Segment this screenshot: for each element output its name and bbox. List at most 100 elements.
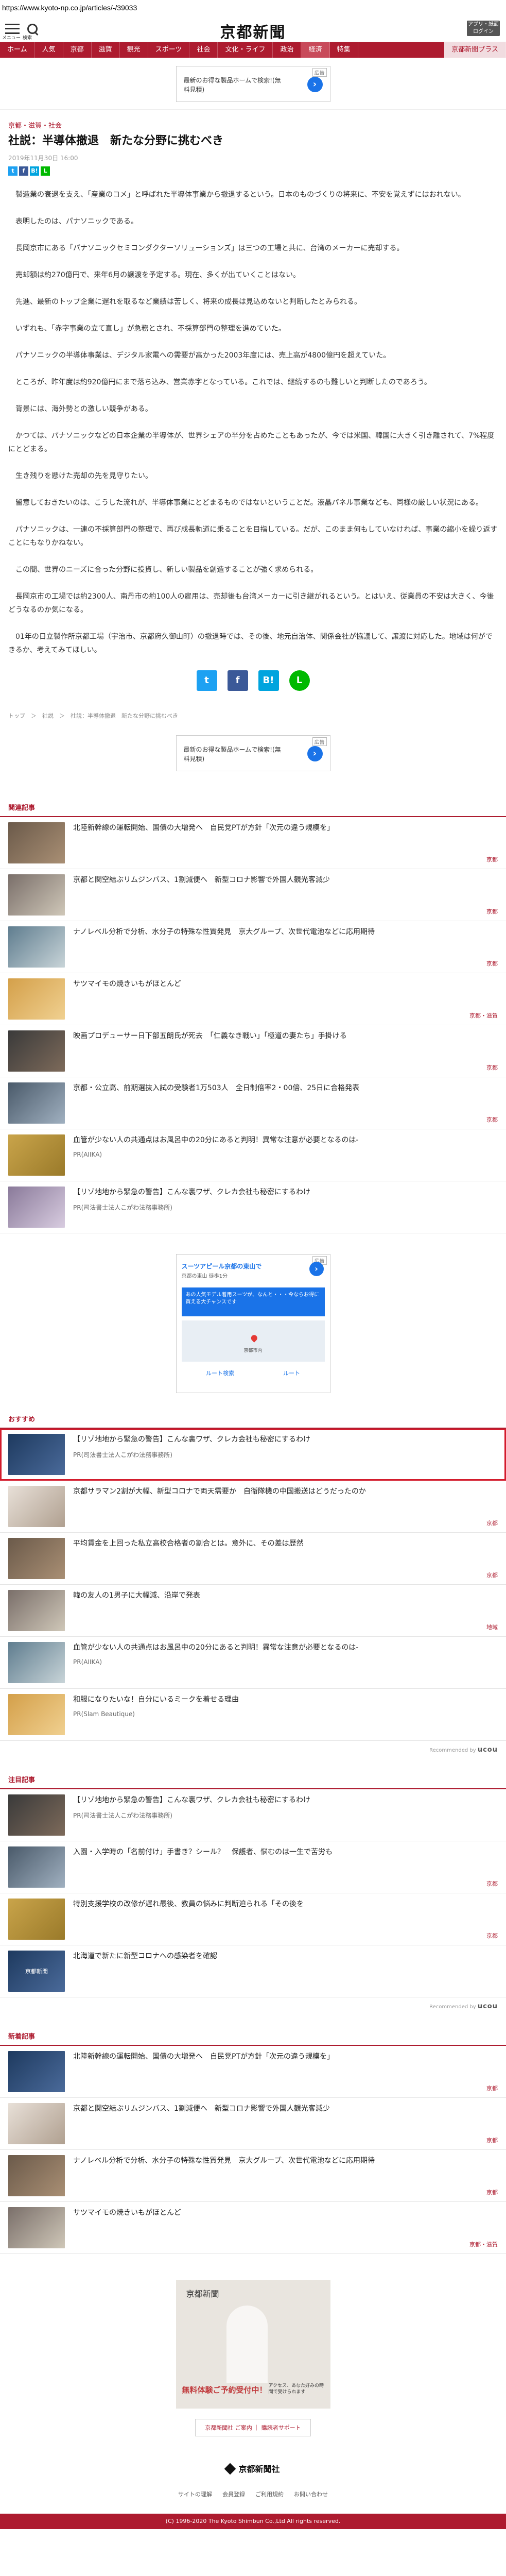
list-item[interactable]: 京都新聞 北海道で新たに新型コロナへの感染者を確認 <box>0 1945 506 1997</box>
nav-item[interactable]: 社会 <box>189 42 218 58</box>
nav-item[interactable]: 滋賀 <box>92 42 120 58</box>
list-item-title[interactable]: 【リゾ地地から緊急の警告】こんな裏ワザ、クレカ会社も秘密にするわけ <box>73 1794 498 1806</box>
list-item[interactable]: サツマイモの焼きいもがほとんど 京都・滋賀 <box>0 2202 506 2254</box>
list-item[interactable]: 京都と関空結ぶリムジンバス、1割減便へ 新型コロナ影響で外国人観光客減少 京都 <box>0 869 506 921</box>
list-item[interactable]: 映画プロデューサー日下部五朗氏が死去 「仁義なき戦い」「極道の妻たち」手掛ける京… <box>0 1025 506 1077</box>
list-item[interactable]: 入園・入学時の「名前付け」手書き？シール？ 保護者、悩むのは一生で苦労も 京都 <box>0 1841 506 1893</box>
article-thumbnail[interactable] <box>8 2155 65 2196</box>
article-thumbnail[interactable] <box>8 822 65 863</box>
article-thumbnail[interactable] <box>8 1030 65 1072</box>
top-ad[interactable]: 広告 最新のお得な製品ホームで検索!(無料見積) › <box>176 66 330 102</box>
nav-item[interactable]: 経済 <box>301 42 330 58</box>
list-item-title[interactable]: サツマイモの焼きいもがほとんど <box>73 978 498 990</box>
list-item[interactable]: ナノレベル分析で分析、水分子の特殊な性質発見 京大グループ、次世代電池などに応用… <box>0 921 506 973</box>
list-item[interactable]: サツマイモの焼きいもがほとんど 京都・滋賀 <box>0 973 506 1025</box>
bottom-ad[interactable]: 京都新聞 無料体験ご予約受付中！ アクセス、あなた好みの時間で受けられます <box>176 2280 330 2409</box>
ad-arrow-icon[interactable]: › <box>307 746 323 761</box>
article-category[interactable]: 京都・滋賀・社会 <box>8 120 498 130</box>
list-item[interactable]: 京都・公立高、前期選抜入試の受験者1万503人 全日制倍率2・00倍、25日に合… <box>0 1077 506 1129</box>
list-item[interactable]: 京都と関空結ぶリムジンバス、1割減便へ 新型コロナ影響で外国人観光客減少 京都 <box>0 2098 506 2150</box>
ad-arrow-icon[interactable]: › <box>307 77 323 92</box>
list-item-title[interactable]: 京都サラマン2割が大幅、新型コロナで両天需要か 自衛隊機の中国搬送はどうだったの… <box>73 1486 498 1497</box>
list-item[interactable]: 韓の友人の1男子に大幅減、沿岸で発表 地域 <box>0 1585 506 1637</box>
list-item[interactable]: 【リゾ地地から緊急の警告】こんな裏ワザ、クレカ会社も秘密にするわけ PR(司法書士… <box>0 1181 506 1233</box>
list-item[interactable]: 【リゾ地地から緊急の警告】こんな裏ワザ、クレカ会社も秘密にするわけ PR(司法書士… <box>0 1429 506 1481</box>
url-bar[interactable]: https://www.kyoto-np.co.jp/articles/-/39… <box>0 0 506 15</box>
twitter-share-icon[interactable]: t <box>196 670 217 691</box>
footer-nav-link[interactable]: 会員登録 <box>222 2490 245 2498</box>
article-thumbnail[interactable] <box>8 2103 65 2144</box>
list-item[interactable]: 北陸新幹線の運転開始、国債の大増発へ 自民党PTが方針「次元の違う規模を」 京都 <box>0 2046 506 2098</box>
route-search-button[interactable]: ルート検索 <box>206 1369 234 1377</box>
article-thumbnail[interactable] <box>8 1794 65 1836</box>
map-ad-title[interactable]: スーツアピール京都の東山で <box>177 1255 330 1272</box>
list-item-title[interactable]: 入園・入学時の「名前付け」手書き？シール？ 保護者、悩むのは一生で苦労も <box>73 1846 498 1858</box>
footer-nav-link[interactable]: お問い合わせ <box>294 2490 328 2498</box>
article-thumbnail[interactable] <box>8 1899 65 1940</box>
list-item-title[interactable]: 北陸新幹線の運転開始、国債の大増発へ 自民党PTが方針「次元の違う規模を」 <box>73 2051 498 2062</box>
article-thumbnail[interactable] <box>8 1134 65 1176</box>
route-button[interactable]: ルート <box>283 1369 300 1377</box>
list-item-title[interactable]: ナノレベル分析で分析、水分子の特殊な性質発見 京大グループ、次世代電池などに応用… <box>73 926 498 938</box>
article-thumbnail[interactable] <box>8 1642 65 1683</box>
powered-by[interactable]: Recommended by ucou <box>0 1741 506 1774</box>
list-item[interactable]: 特別支援学校の改修が遅れ最後、教員の悩みに判断迫られる「その後を 京都 <box>0 1893 506 1945</box>
powered-by[interactable]: Recommended by ucou <box>0 1997 506 2031</box>
article-thumbnail[interactable] <box>8 1590 65 1631</box>
list-item-title[interactable]: 【リゾ地地から緊急の警告】こんな裏ワザ、クレカ会社も秘密にするわけ <box>73 1434 498 1445</box>
list-item-title[interactable]: 京都と関空結ぶリムジンバス、1割減便へ 新型コロナ影響で外国人観光客減少 <box>73 874 498 886</box>
list-item-title[interactable]: 京都・公立高、前期選抜入試の受験者1万503人 全日制倍率2・00倍、25日に合… <box>73 1082 498 1094</box>
article-thumbnail[interactable]: 京都新聞 <box>8 1951 65 1992</box>
nav-item[interactable]: 京都新聞プラス <box>444 42 506 58</box>
list-item-title[interactable]: 北陸新幹線の運転開始、国債の大増発へ 自民党PTが方針「次元の違う規模を」 <box>73 822 498 834</box>
nav-item[interactable]: ホーム <box>0 42 35 58</box>
mid-ad[interactable]: 広告 最新のお得な製品ホームで検索!(無料見積) › <box>176 735 330 771</box>
nav-item[interactable]: 観光 <box>120 42 148 58</box>
list-item-title[interactable]: 血管が少ない人の共通点はお風呂中の20分にあると判明！異常な注意が必要となるのは… <box>73 1134 498 1146</box>
facebook-share-icon[interactable]: f <box>227 670 248 691</box>
map-ad-map[interactable]: 京都市内 <box>181 1320 325 1362</box>
list-item[interactable]: 和服になりたいな！自分にいるミークを着せる理由 PR(Slam Beautique… <box>0 1689 506 1741</box>
list-item-title[interactable]: サツマイモの焼きいもがほとんど <box>73 2207 498 2218</box>
article-thumbnail[interactable] <box>8 1082 65 1124</box>
article-thumbnail[interactable] <box>8 1434 65 1475</box>
nav-item[interactable]: 京都 <box>63 42 92 58</box>
map-ad[interactable]: 広告 スーツアピール京都の東山で 京都の東山 徒歩1分 › あの人気モデル着用ス… <box>176 1254 330 1393</box>
list-item-title[interactable]: 北海道で新たに新型コロナへの感染者を確認 <box>73 1951 498 1962</box>
article-thumbnail[interactable] <box>8 2207 65 2248</box>
article-thumbnail[interactable] <box>8 1486 65 1527</box>
list-item-title[interactable]: 映画プロデューサー日下部五朗氏が死去 「仁義なき戦い」「極道の妻たち」手掛ける <box>73 1030 498 1042</box>
breadcrumb[interactable]: トップ ＞ 社説 ＞ 社説：半導体撤退 新たな分野に挑むべき <box>0 711 506 720</box>
list-item-title[interactable]: 血管が少ない人の共通点はお風呂中の20分にあると判明！異常な注意が必要となるのは… <box>73 1642 498 1653</box>
footer-logo[interactable]: 京都新聞社 <box>0 2462 506 2475</box>
list-item-title[interactable]: 【リゾ地地から緊急の警告】こんな裏ワザ、クレカ会社も秘密にするわけ <box>73 1187 498 1198</box>
nav-item[interactable]: 文化・ライフ <box>218 42 273 58</box>
search-icon[interactable] <box>27 23 38 35</box>
list-item-title[interactable]: 和服になりたいな！自分にいるミークを着せる理由 <box>73 1694 498 1705</box>
footer-link[interactable]: 京都新聞社 ご案内 ｜ 購読者サポート <box>195 2419 311 2436</box>
nav-item[interactable]: スポーツ <box>148 42 190 58</box>
footer-nav-link[interactable]: ご利用規約 <box>255 2490 284 2498</box>
hatena-share-icon[interactable]: B! <box>258 670 279 691</box>
article-thumbnail[interactable] <box>8 926 65 968</box>
article-thumbnail[interactable] <box>8 2051 65 2092</box>
list-item[interactable]: 北陸新幹線の運転開始、国債の大増発へ 自民党PTが方針「次元の違う規模を」 京都 <box>0 817 506 869</box>
twitter-share-icon[interactable]: t <box>8 166 18 176</box>
list-item[interactable]: 平均賃金を上回った私立高校合格者の割合とは。意外に、その差は歴然 京都 <box>0 1533 506 1585</box>
article-thumbnail[interactable] <box>8 1187 65 1228</box>
menu-icon[interactable] <box>5 23 20 34</box>
list-item[interactable]: 血管が少ない人の共通点はお風呂中の20分にあると判明！異常な注意が必要となるのは… <box>0 1129 506 1181</box>
app-login-button[interactable]: アプリ・紙面ログイン <box>467 21 500 36</box>
ad-arrow-icon[interactable]: › <box>309 1262 324 1276</box>
list-item[interactable]: 【リゾ地地から緊急の警告】こんな裏ワザ、クレカ会社も秘密にするわけ PR(司法書士… <box>0 1789 506 1841</box>
map-ad-banner[interactable]: あの人気モデル着用スーツが、なんと・・・今ならお得に買える大チャンスです <box>181 1287 325 1316</box>
footer-nav-link[interactable]: サイトの理解 <box>178 2490 212 2498</box>
list-item-title[interactable]: 平均賃金を上回った私立高校合格者の割合とは。意外に、その差は歴然 <box>73 1538 498 1549</box>
article-thumbnail[interactable] <box>8 978 65 1020</box>
article-thumbnail[interactable] <box>8 874 65 916</box>
line-share-icon[interactable]: L <box>41 166 50 176</box>
list-item[interactable]: ナノレベル分析で分析、水分子の特殊な性質発見 京大グループ、次世代電池などに応用… <box>0 2150 506 2202</box>
article-thumbnail[interactable] <box>8 1538 65 1579</box>
nav-item[interactable]: 政治 <box>273 42 302 58</box>
list-item[interactable]: 京都サラマン2割が大幅、新型コロナで両天需要か 自衛隊機の中国搬送はどうだったの… <box>0 1481 506 1533</box>
